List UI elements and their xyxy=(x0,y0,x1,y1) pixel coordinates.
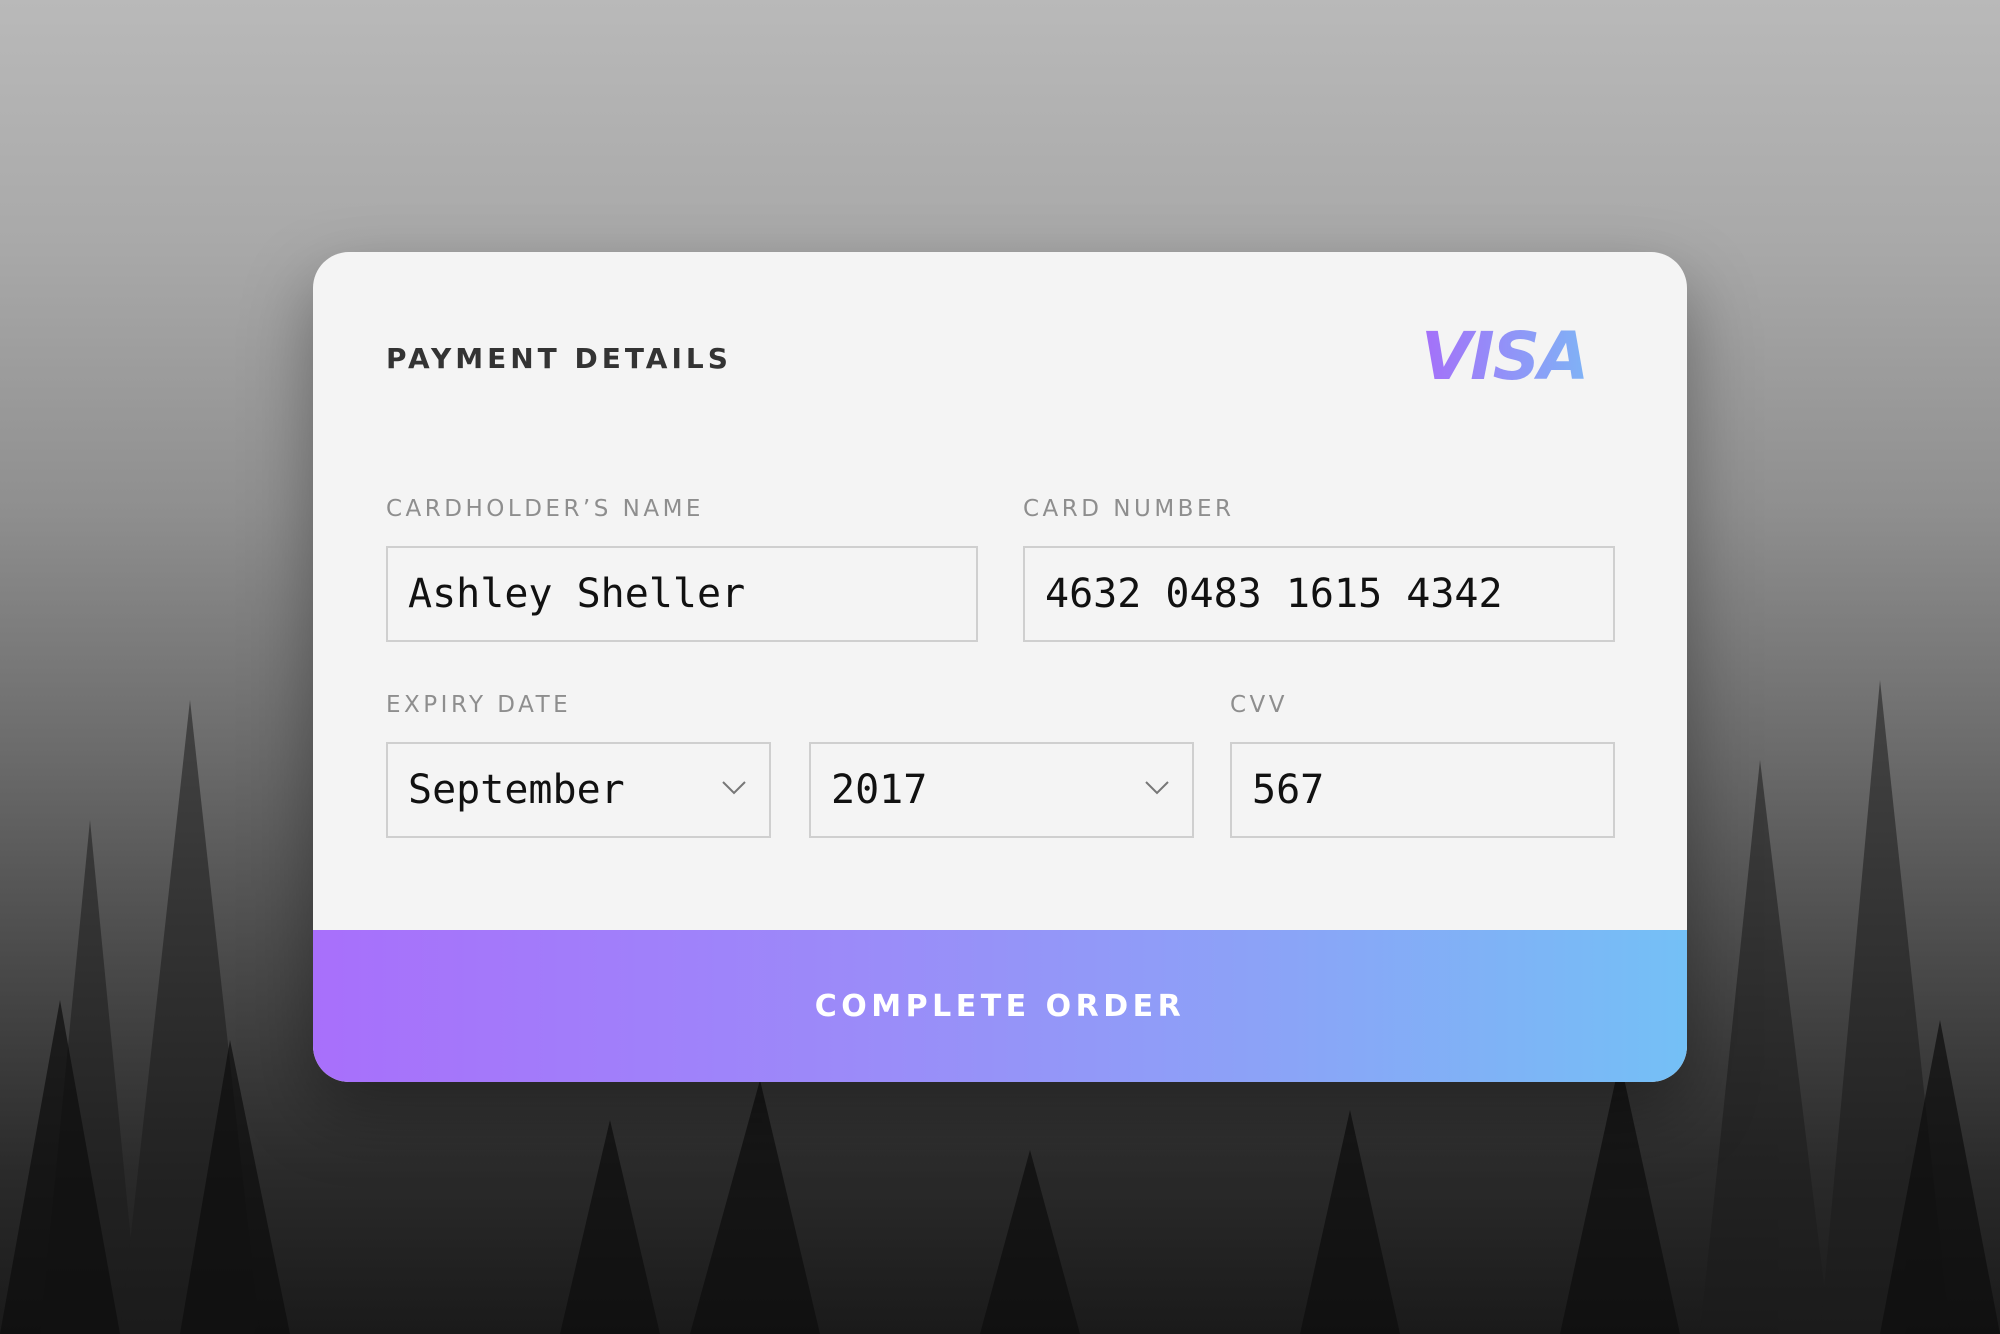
expiry-month-select[interactable]: September xyxy=(386,742,771,838)
chevron-down-icon xyxy=(722,781,746,795)
expiry-year-select[interactable]: 2017 xyxy=(809,742,1194,838)
cardholder-name-value: Ashley Sheller xyxy=(408,571,746,617)
expiry-date-label: EXPIRY DATE xyxy=(386,692,572,718)
page-title: PAYMENT DETAILS xyxy=(386,342,732,375)
complete-order-button[interactable]: COMPLETE ORDER xyxy=(313,930,1687,1082)
chevron-down-icon xyxy=(1145,781,1169,795)
expiry-year-value: 2017 xyxy=(831,767,928,813)
cvv-label: CVV xyxy=(1230,692,1289,718)
cardholder-name-input[interactable]: Ashley Sheller xyxy=(386,546,978,642)
cvv-input[interactable]: 567 xyxy=(1230,742,1615,838)
visa-logo: VISA xyxy=(1421,318,1589,395)
card-number-label: CARD NUMBER xyxy=(1023,496,1235,522)
complete-order-label: COMPLETE ORDER xyxy=(814,988,1186,1024)
expiry-month-value: September xyxy=(408,767,625,813)
payment-card: PAYMENT DETAILS VISA CARDHOLDER’S NAME A… xyxy=(313,252,1687,1082)
cvv-value: 567 xyxy=(1252,767,1325,813)
cardholder-name-label: CARDHOLDER’S NAME xyxy=(386,496,704,522)
card-number-input[interactable]: 4632 0483 1615 4342 xyxy=(1023,546,1615,642)
card-number-value: 4632 0483 1615 4342 xyxy=(1045,571,1503,617)
